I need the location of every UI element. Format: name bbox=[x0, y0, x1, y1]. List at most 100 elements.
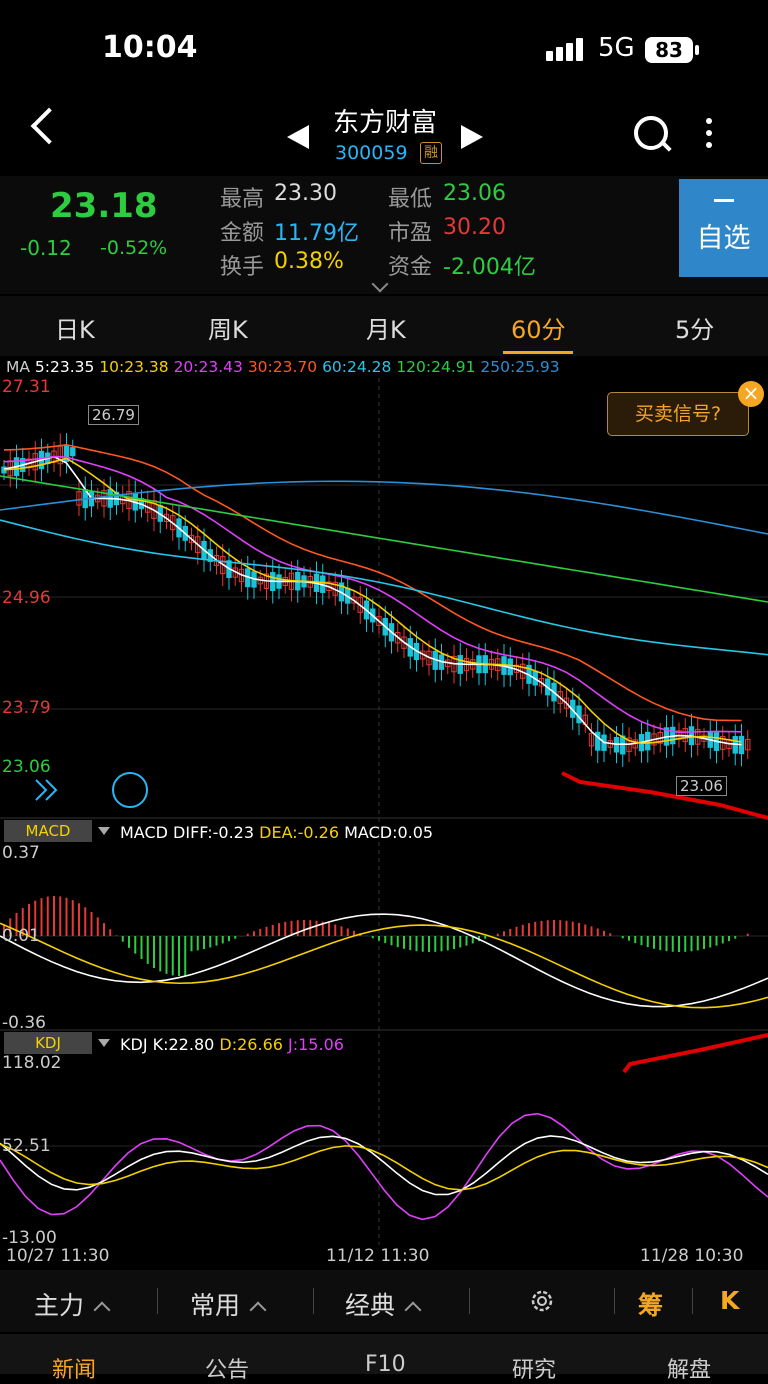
ma-item-1: 10:23.38 bbox=[94, 358, 169, 376]
date-end: 11/28 10:30 bbox=[640, 1246, 744, 1266]
amount-label: 金额 bbox=[220, 221, 265, 246]
toolbar-chip[interactable]: 筹 bbox=[638, 1286, 663, 1322]
tab-f10[interactable]: F10 bbox=[365, 1352, 406, 1377]
ma-item-3: 30:23.70 bbox=[242, 358, 318, 376]
tab-day[interactable]: 日K bbox=[55, 310, 95, 345]
margin-badge: 融 bbox=[420, 142, 442, 164]
toolbar-divider bbox=[157, 1288, 158, 1314]
expand-arrows-icon bbox=[35, 779, 58, 801]
kdj-j-line bbox=[0, 1112, 768, 1221]
toolbar-zhuli[interactable]: 主力 bbox=[34, 1286, 111, 1322]
y-label-mid: 24.96 bbox=[2, 588, 51, 608]
ma-item-2: 20:23.43 bbox=[168, 358, 243, 376]
battery-tip bbox=[695, 45, 699, 55]
max-price-marker: 26.79 bbox=[88, 405, 139, 425]
more-icon[interactable] bbox=[706, 118, 712, 154]
add-favorite-button[interactable]: 自选 bbox=[679, 179, 768, 277]
toolbar-divider bbox=[614, 1288, 615, 1314]
price-change-pct: -0.52% bbox=[100, 237, 168, 259]
ma-legend: MA 5:23.35 10:23.38 20:23.43 30:23.70 60… bbox=[6, 358, 560, 376]
back-icon[interactable] bbox=[30, 107, 68, 145]
low-label: 最低 bbox=[388, 187, 433, 212]
kdj-dropdown-icon[interactable] bbox=[98, 1039, 110, 1047]
ma-item-4: 60:24.28 bbox=[317, 358, 392, 376]
date-mid: 11/12 11:30 bbox=[326, 1246, 430, 1266]
pe-value: 30.20 bbox=[443, 215, 506, 240]
macd-y-mid: 0.01 bbox=[2, 926, 40, 946]
kdj-values: KDJ K:22.80 D:26.66 J:15.06 bbox=[120, 1035, 344, 1054]
annotation-stroke bbox=[561, 771, 768, 820]
date-start: 10/27 11:30 bbox=[6, 1246, 110, 1266]
chevron-up-icon bbox=[404, 1301, 422, 1319]
ma-item-0: 5:23.35 bbox=[34, 358, 95, 376]
min-price-marker: 23.06 bbox=[676, 776, 727, 796]
close-signal-icon[interactable]: × bbox=[738, 381, 764, 407]
tab-5min[interactable]: 5分 bbox=[675, 310, 714, 345]
chevron-up-icon bbox=[249, 1301, 267, 1319]
macd-y-top: 0.37 bbox=[2, 843, 40, 863]
ma250-line bbox=[0, 480, 768, 535]
toolbar-divider bbox=[469, 1288, 470, 1314]
tab-research[interactable]: 研究 bbox=[512, 1352, 556, 1384]
kdj-selector[interactable]: KDJ bbox=[4, 1032, 92, 1054]
stock-code: 300059 bbox=[335, 142, 408, 164]
turnover-label: 换手 bbox=[220, 255, 265, 280]
macd-diff: MACD DIFF:-0.23 bbox=[120, 823, 255, 842]
high-value: 23.30 bbox=[274, 181, 337, 206]
kdj-y-mid: 52.51 bbox=[2, 1136, 51, 1156]
tab-analysis[interactable]: 解盘 bbox=[667, 1352, 711, 1384]
toolbar-k[interactable]: K bbox=[720, 1286, 739, 1315]
tab-week[interactable]: 周K bbox=[208, 310, 248, 345]
macd-selector[interactable]: MACD bbox=[4, 820, 92, 842]
kdj-d: D:26.66 bbox=[219, 1035, 283, 1054]
toolbar-jingdian[interactable]: 经典 bbox=[345, 1286, 422, 1322]
macd-y-bot: -0.36 bbox=[2, 1013, 46, 1033]
active-tab-underline bbox=[503, 351, 573, 354]
macd-values: MACD DIFF:-0.23 DEA:-0.26 MACD:0.05 bbox=[120, 823, 433, 842]
pe-label: 市盈 bbox=[388, 221, 433, 246]
macd-value: MACD:0.05 bbox=[344, 823, 434, 842]
fullscreen-icon bbox=[112, 772, 148, 808]
y-label-min: 23.06 bbox=[2, 757, 51, 777]
ma-label: MA bbox=[6, 358, 30, 376]
ma-item-5: 120:24.91 bbox=[391, 358, 476, 376]
fund-value: -2.004亿 bbox=[443, 255, 536, 280]
last-price: 23.18 bbox=[50, 186, 158, 226]
turnover-value: 0.38% bbox=[274, 249, 344, 274]
tab-news[interactable]: 新闻 bbox=[52, 1352, 96, 1384]
fund-label: 资金 bbox=[388, 255, 433, 280]
chevron-up-icon bbox=[93, 1301, 111, 1319]
toolbar-divider bbox=[692, 1288, 693, 1314]
battery-icon: 83 bbox=[645, 37, 693, 63]
toolbar-divider bbox=[313, 1288, 314, 1314]
ma30-line bbox=[3, 443, 742, 722]
macd-dropdown-icon[interactable] bbox=[98, 827, 110, 835]
settings-icon[interactable] bbox=[528, 1287, 556, 1315]
y-label-high: 27.31 bbox=[2, 377, 51, 397]
tab-month[interactable]: 月K bbox=[366, 310, 406, 345]
low-value: 23.06 bbox=[443, 181, 506, 206]
ma-item-6: 250:25.93 bbox=[475, 358, 560, 376]
next-stock-icon[interactable] bbox=[461, 125, 483, 149]
toolbar-changyong[interactable]: 常用 bbox=[190, 1286, 267, 1322]
search-icon-handle bbox=[660, 140, 672, 152]
changyong-label: 常用 bbox=[190, 1291, 241, 1320]
kdj-y-bot: -13.00 bbox=[2, 1228, 57, 1248]
candle-body bbox=[70, 447, 76, 457]
kdj-j: J:15.06 bbox=[288, 1035, 344, 1054]
minus-icon bbox=[713, 199, 734, 202]
price-change: -0.12 bbox=[20, 236, 72, 260]
kdj-y-top: 118.02 bbox=[2, 1053, 62, 1073]
signal-icon bbox=[546, 38, 586, 61]
zhuli-label: 主力 bbox=[34, 1291, 85, 1320]
trade-signal-button[interactable]: 买卖信号? bbox=[607, 392, 749, 436]
favorite-label: 自选 bbox=[696, 223, 751, 254]
network-type: 5G bbox=[598, 33, 635, 63]
stock-name: 东方财富 bbox=[332, 108, 437, 138]
amount-value: 11.79亿 bbox=[274, 221, 359, 246]
macd-dea: DEA:-0.26 bbox=[259, 823, 340, 842]
status-time: 10:04 bbox=[102, 30, 198, 65]
jingdian-label: 经典 bbox=[345, 1291, 396, 1320]
tab-notice[interactable]: 公告 bbox=[205, 1352, 249, 1384]
tab-60min[interactable]: 60分 bbox=[511, 310, 566, 345]
